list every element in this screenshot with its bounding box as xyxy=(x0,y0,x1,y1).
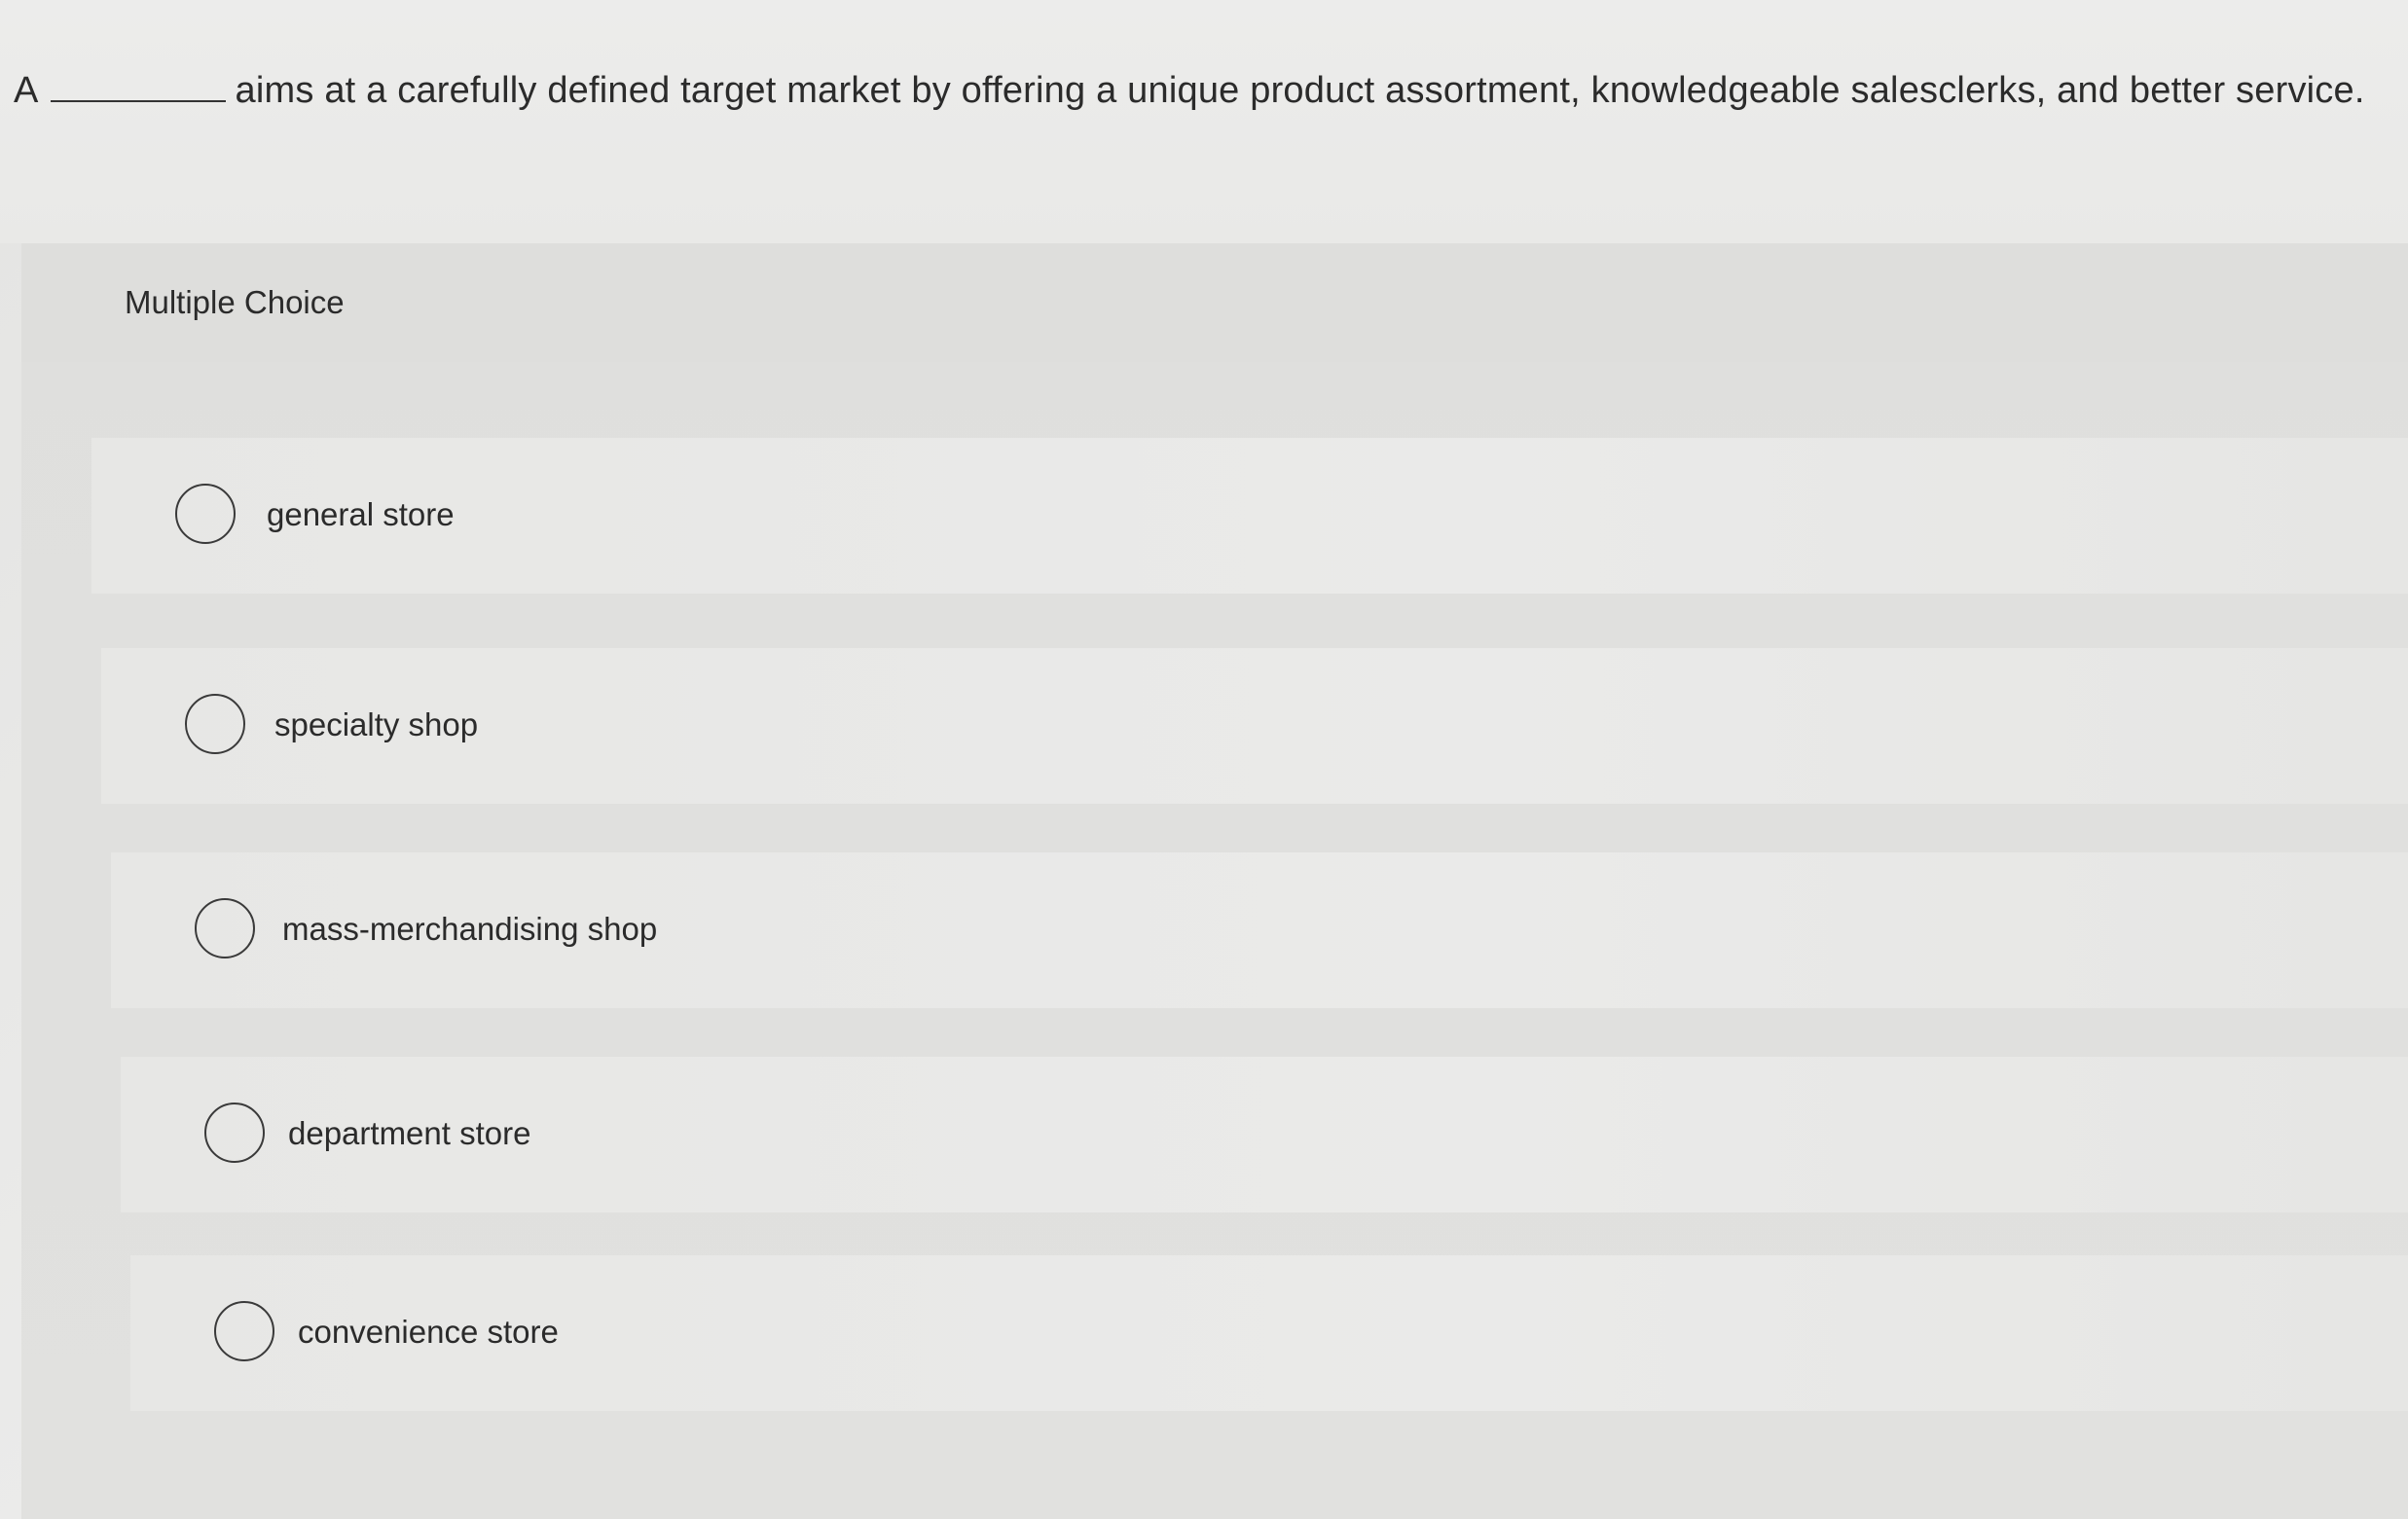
radio-button[interactable] xyxy=(214,1301,274,1361)
radio-button[interactable] xyxy=(185,694,245,754)
question-text: Aaims at a carefully defined target mark… xyxy=(14,70,2365,112)
choice-label[interactable]: department store xyxy=(288,1115,530,1152)
choice-option-convenience-store[interactable]: convenience store xyxy=(130,1255,2408,1411)
multiple-choice-panel: Multiple Choice general store specialty … xyxy=(21,243,2408,1519)
choice-label[interactable]: specialty shop xyxy=(274,706,478,743)
choice-label[interactable]: general store xyxy=(267,496,455,533)
choice-option-mass-merchandising-shop[interactable]: mass-merchandising shop xyxy=(111,852,2408,1008)
question-area: Aaims at a carefully defined target mark… xyxy=(0,0,2408,243)
choice-option-department-store[interactable]: department store xyxy=(121,1057,2408,1212)
question-prefix: A xyxy=(14,70,39,111)
radio-button[interactable] xyxy=(175,484,236,544)
choice-option-specialty-shop[interactable]: specialty shop xyxy=(101,648,2408,804)
radio-button[interactable] xyxy=(195,898,255,958)
multiple-choice-label: Multiple Choice xyxy=(125,284,345,320)
question-suffix: aims at a carefully defined target marke… xyxy=(235,70,2365,111)
choice-label[interactable]: mass-merchandising shop xyxy=(282,911,657,948)
answer-blank xyxy=(50,71,226,102)
choice-option-general-store[interactable]: general store xyxy=(91,438,2408,594)
multiple-choice-header: Multiple Choice xyxy=(21,243,2408,362)
choice-label[interactable]: convenience store xyxy=(298,1314,559,1351)
radio-button[interactable] xyxy=(204,1103,265,1163)
